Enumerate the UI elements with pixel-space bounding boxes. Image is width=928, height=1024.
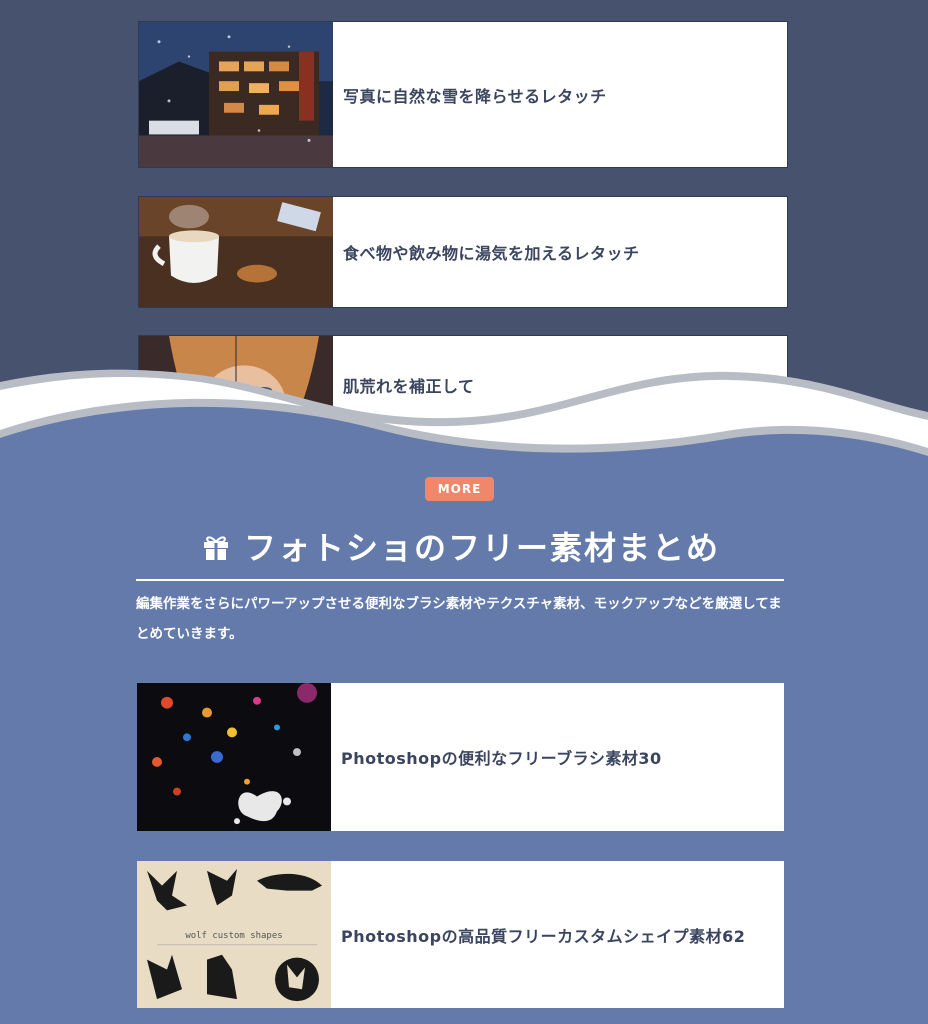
- gift-icon: [203, 536, 228, 560]
- article-thumbnail-wolf-shapes: wolf custom shapes: [137, 861, 331, 1008]
- article-title: Photoshopの高品質フリーカスタムシェイプ素材62: [341, 926, 746, 946]
- article-card-snow-retouch[interactable]: 写真に自然な雪を降らせるレタッチ: [138, 21, 788, 168]
- wolf-shapes-caption: wolf custom shapes: [185, 931, 282, 941]
- article-card-steam-retouch[interactable]: 食べ物や飲み物に湯気を加えるレタッチ: [138, 196, 788, 308]
- section-title-text: フォトショのフリー素材まとめ: [243, 529, 720, 567]
- section-description: 編集作業をさらにパワーアップさせる便利なブラシ素材やテクスチャ素材、モックアップ…: [136, 596, 782, 642]
- article-title: 食べ物や飲み物に湯気を加えるレタッチ: [343, 244, 640, 263]
- article-card-brushes[interactable]: Photoshopの便利なフリーブラシ素材30: [136, 682, 785, 832]
- article-title: Photoshopの便利なフリーブラシ素材30: [341, 749, 662, 768]
- article-title: 写真に自然な雪を降らせるレタッチ: [343, 86, 607, 106]
- section-heading: フォトショのフリー素材まとめ: [136, 520, 784, 572]
- more-badge: MORE: [425, 477, 494, 501]
- article-thumbnail-snowy-ryokan: [139, 22, 333, 167]
- title-underline: [136, 579, 784, 581]
- wave-divider: [0, 369, 928, 480]
- article-thumbnail-coffee: [139, 197, 333, 307]
- article-card-custom-shapes[interactable]: wolf custom shapes Photoshopの高品質フリーカスタムシ…: [136, 860, 785, 1009]
- article-thumbnail-paint-splatter: [137, 683, 331, 831]
